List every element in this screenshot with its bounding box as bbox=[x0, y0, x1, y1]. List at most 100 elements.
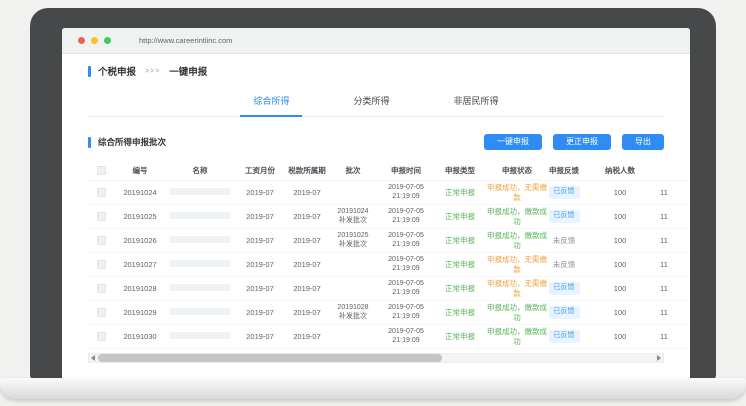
row-checkbox[interactable] bbox=[88, 308, 114, 318]
cell-declare-time: 2019-07-0521:19:09 bbox=[378, 328, 434, 346]
cell-clipped-value: 11 bbox=[660, 260, 690, 269]
cell-taxpayers: 100 bbox=[580, 212, 660, 221]
cell-declare-time: 2019-07-0521:19:09 bbox=[378, 232, 434, 250]
name-redacted-bar bbox=[169, 212, 231, 219]
cell-declare-type: 正常申报 bbox=[434, 188, 486, 197]
cell-clipped-value: 11 bbox=[660, 284, 690, 293]
cell-name-placeholder bbox=[166, 236, 234, 245]
table-row: 20191027 2019-072019-07 2019-07-0521:19:09… bbox=[88, 253, 690, 277]
cell-clipped-value: 11 bbox=[660, 332, 690, 341]
scroll-left-icon[interactable] bbox=[91, 355, 95, 361]
cell-declare-status: 申报成功，无需缴款 bbox=[486, 279, 548, 298]
accent-bar-icon bbox=[88, 66, 91, 77]
row-checkbox[interactable] bbox=[88, 236, 114, 246]
row-checkbox[interactable] bbox=[88, 188, 114, 198]
scroll-right-icon[interactable] bbox=[657, 355, 661, 361]
cell-id: 20191027 bbox=[114, 260, 166, 269]
col-salary-month: 工资月份 bbox=[234, 165, 286, 176]
export-button[interactable]: 导出 bbox=[622, 134, 664, 150]
row-checkbox[interactable] bbox=[88, 212, 114, 222]
cell-feedback: 已反馈 bbox=[548, 282, 580, 295]
cell-feedback: 已反馈 bbox=[548, 210, 580, 223]
select-all-checkbox[interactable] bbox=[88, 166, 114, 176]
cell-salary-month: 2019-07 bbox=[234, 236, 286, 245]
feedback-badge: 已反馈 bbox=[549, 306, 580, 319]
cell-declare-type: 正常申报 bbox=[434, 308, 486, 317]
scrollbar-thumb[interactable] bbox=[98, 354, 442, 362]
col-id: 编号 bbox=[114, 165, 166, 176]
feedback-badge: 未反馈 bbox=[553, 236, 576, 245]
col-declare-type: 申报类型 bbox=[434, 165, 486, 176]
cell-taxpayers: 100 bbox=[580, 188, 660, 197]
cell-clipped-value: 11 bbox=[660, 236, 690, 245]
cell-name-placeholder bbox=[166, 188, 234, 197]
cell-salary-month: 2019-07 bbox=[234, 260, 286, 269]
tab-classified-income[interactable]: 分类所得 bbox=[340, 90, 402, 116]
table-row: 201910242019-072019-072019-07-0521:19:09… bbox=[88, 181, 690, 205]
feedback-badge: 已反馈 bbox=[549, 330, 580, 343]
cell-id: 20191030 bbox=[114, 332, 166, 341]
browser-window: http://www.careerintlinc.com 个税申报 >>> 一键… bbox=[62, 28, 690, 380]
one-click-declare-button[interactable]: 一键申报 bbox=[484, 134, 542, 150]
correct-declare-button[interactable]: 更正申报 bbox=[553, 134, 611, 150]
cell-id: 20191029 bbox=[114, 308, 166, 317]
page-title: 个税申报 bbox=[98, 64, 136, 78]
feedback-badge: 未反馈 bbox=[553, 260, 576, 269]
cell-declare-time: 2019-07-0521:19:09 bbox=[378, 280, 434, 298]
window-close-icon[interactable] bbox=[78, 37, 85, 44]
cell-name-placeholder bbox=[166, 212, 234, 221]
cell-declare-status: 申报成功，缴款成功 bbox=[486, 207, 548, 226]
address-bar[interactable]: http://www.careerintlinc.com bbox=[139, 36, 232, 45]
cell-feedback: 已反馈 bbox=[548, 306, 580, 319]
cell-tax-period: 2019-07 bbox=[286, 236, 328, 245]
breadcrumb: 个税申报 >>> 一键申报 bbox=[88, 63, 664, 79]
cell-declare-type: 正常申报 bbox=[434, 284, 486, 293]
cell-declare-status: 申报成功，无需缴款 bbox=[486, 255, 548, 274]
cell-declare-status: 申报成功，缴款成功 bbox=[486, 327, 548, 346]
cell-name-placeholder bbox=[166, 308, 234, 317]
breadcrumb-separator: >>> bbox=[145, 68, 160, 75]
cell-declare-time: 2019-07-0521:19:09 bbox=[378, 256, 434, 274]
cell-declare-type: 正常申报 bbox=[434, 332, 486, 341]
horizontal-scrollbar[interactable] bbox=[88, 353, 664, 363]
cell-batch: 20191025补发批次 bbox=[328, 232, 378, 250]
name-redacted-bar bbox=[169, 308, 231, 315]
tab-comprehensive-income[interactable]: 综合所得 bbox=[240, 90, 302, 117]
name-redacted-bar bbox=[169, 236, 231, 243]
cell-feedback: 已反馈 bbox=[548, 330, 580, 343]
browser-chrome: http://www.careerintlinc.com bbox=[62, 28, 690, 54]
cell-tax-period: 2019-07 bbox=[286, 212, 328, 221]
cell-salary-month: 2019-07 bbox=[234, 284, 286, 293]
cell-tax-period: 2019-07 bbox=[286, 260, 328, 269]
cell-tax-period: 2019-07 bbox=[286, 332, 328, 341]
row-checkbox[interactable] bbox=[88, 284, 114, 294]
window-minimize-icon[interactable] bbox=[91, 37, 98, 44]
window-expand-icon[interactable] bbox=[104, 37, 111, 44]
cell-declare-type: 正常申报 bbox=[434, 260, 486, 269]
tab-nonresident-income[interactable]: 非居民所得 bbox=[441, 90, 512, 116]
laptop-frame: http://www.careerintlinc.com 个税申报 >>> 一键… bbox=[30, 8, 716, 380]
cell-declare-time: 2019-07-0521:19:09 bbox=[378, 208, 434, 226]
col-name: 名称 bbox=[166, 165, 234, 176]
table-row: 201910262019-072019-0720191025补发批次2019-0… bbox=[88, 229, 690, 253]
cell-id: 20191025 bbox=[114, 212, 166, 221]
row-checkbox[interactable] bbox=[88, 332, 114, 342]
feedback-badge: 已反馈 bbox=[549, 210, 580, 223]
cell-batch: 20191024补发批次 bbox=[328, 208, 378, 226]
cell-id: 20191024 bbox=[114, 188, 166, 197]
cell-tax-period: 2019-07 bbox=[286, 284, 328, 293]
cell-declare-status: 申报成功，缴款成功 bbox=[486, 303, 548, 322]
cell-salary-month: 2019-07 bbox=[234, 308, 286, 317]
row-checkbox[interactable] bbox=[88, 260, 114, 270]
accent-bar-icon bbox=[88, 137, 91, 148]
cell-feedback: 未反馈 bbox=[548, 236, 580, 245]
cell-declare-status: 申报成功，无需缴款 bbox=[486, 183, 548, 202]
cell-feedback: 未反馈 bbox=[548, 260, 580, 269]
table-row: 201910252019-072019-0720191024补发批次2019-0… bbox=[88, 205, 690, 229]
table-body: 201910242019-072019-072019-07-0521:19:09… bbox=[88, 181, 690, 349]
cell-declare-time: 2019-07-0521:19:09 bbox=[378, 304, 434, 322]
col-feedback: 申报反馈 bbox=[548, 165, 580, 176]
cell-declare-status: 申报成功，缴款成功 bbox=[486, 231, 548, 250]
table-row: 201910292019-072019-0720191028补发批次2019-0… bbox=[88, 301, 690, 325]
batch-table: 编号 名称 工资月份 税款所属期 批次 申报时间 申报类型 申报状态 申报反馈 … bbox=[88, 161, 690, 349]
